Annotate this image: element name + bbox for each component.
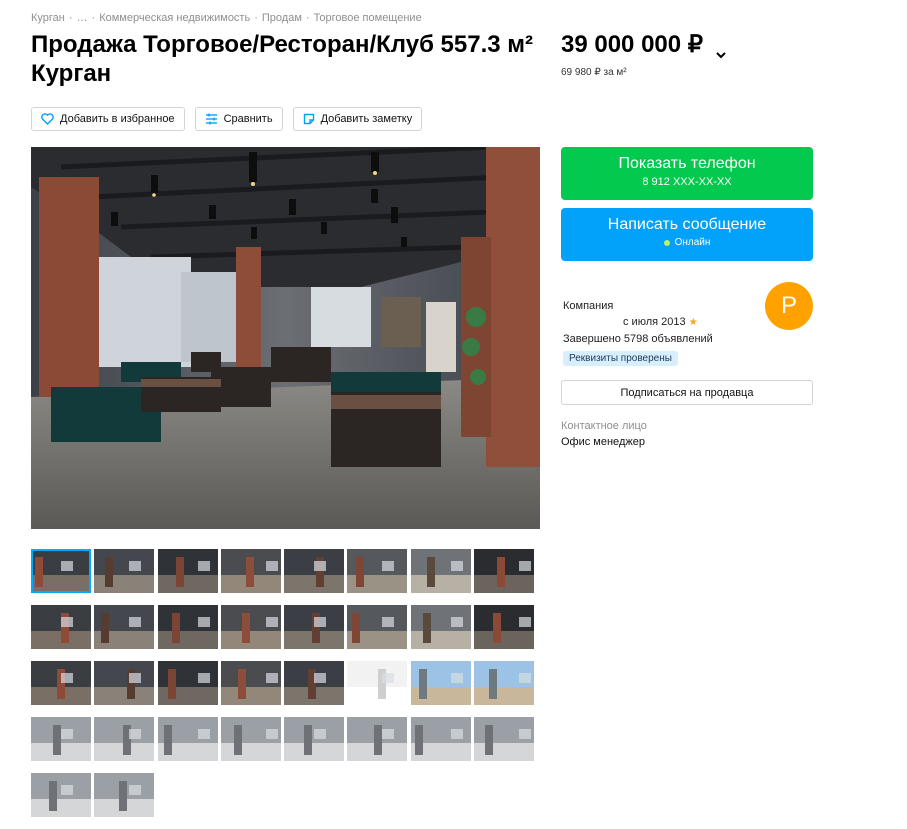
compare-button[interactable]: Сравнить — [194, 107, 283, 131]
send-message-label: Написать сообщение — [607, 216, 767, 233]
phone-masked: 8 912 XXX-XX-XX — [642, 176, 732, 188]
online-status: Онлайн — [561, 237, 813, 248]
add-note-label: Добавить заметку — [320, 113, 413, 125]
photo-thumbnail[interactable] — [284, 605, 345, 649]
online-status-label: Онлайн — [674, 237, 711, 248]
price-value: 39 000 000 ₽ — [561, 31, 704, 58]
add-to-favorites-label: Добавить в избранное — [60, 113, 175, 125]
photo-thumbnails — [31, 549, 540, 817]
photo-thumbnail[interactable] — [220, 661, 281, 705]
seller-type[interactable]: Компания — [563, 298, 713, 314]
seller-since-label: с июля 2013 — [623, 316, 686, 328]
restaurant-interior-photo — [31, 147, 540, 529]
contact-person-label: Контактное лицо — [561, 420, 647, 432]
seller-avatar[interactable]: Р — [765, 282, 813, 330]
verified-badge: Реквизиты проверены — [563, 351, 678, 366]
photo-thumbnail[interactable] — [474, 549, 535, 593]
seller-since: с июля 2013 ★ — [563, 314, 713, 331]
breadcrumb-separator: · — [254, 12, 258, 24]
compare-icon — [205, 113, 217, 125]
breadcrumb: Курган ·… · Коммерческая недвижимость · Прода… — [31, 12, 422, 24]
photo-thumbnail[interactable] — [410, 549, 471, 593]
photo-thumbnail[interactable] — [31, 549, 91, 593]
photo-thumbnail[interactable] — [94, 717, 155, 761]
breadcrumb-item-retail[interactable]: Торговое помещение — [314, 12, 422, 24]
photo-thumbnail[interactable] — [220, 549, 281, 593]
photo-thumbnail[interactable] — [410, 605, 471, 649]
photo-thumbnail[interactable] — [347, 661, 408, 705]
photo-thumbnail[interactable] — [157, 661, 218, 705]
add-note-button[interactable]: Добавить заметку — [292, 107, 423, 131]
photo-thumbnail[interactable] — [157, 605, 218, 649]
compare-label: Сравнить — [223, 113, 273, 125]
subscribe-seller-label: Подписаться на продавца — [620, 386, 754, 399]
send-message-button[interactable]: Написать сообщение Онлайн — [561, 208, 813, 261]
photo-thumbnail[interactable] — [347, 717, 408, 761]
breadcrumb-separator: · — [68, 12, 73, 24]
breadcrumb-item-ellipsis[interactable]: … — [77, 12, 88, 24]
seller-completed-ads[interactable]: Завершено 5798 объявлений — [563, 331, 713, 347]
photo-thumbnail[interactable] — [94, 773, 155, 817]
photo-thumbnail[interactable] — [94, 661, 155, 705]
breadcrumb-item-city[interactable]: Курган — [31, 12, 65, 24]
photo-thumbnail[interactable] — [284, 549, 345, 593]
listing-actions: Добавить в избранное Сравнить Добавить з… — [31, 107, 423, 131]
photo-thumbnail[interactable] — [220, 717, 281, 761]
price-per-m2: 69 980 ₽ за м² — [561, 67, 627, 78]
photo-thumbnail[interactable] — [220, 605, 281, 649]
note-icon — [303, 113, 314, 125]
main-photo[interactable] — [31, 147, 540, 529]
show-phone-button[interactable]: Показать телефон 8 912 XXX-XX-XX — [561, 147, 813, 200]
listing-title: Продажа Торговое/Ресторан/Клуб 557.3 м² … — [31, 31, 534, 87]
photo-thumbnail[interactable] — [31, 661, 91, 705]
photo-thumbnail[interactable] — [474, 605, 535, 649]
heart-icon — [41, 113, 54, 125]
photo-thumbnail[interactable] — [410, 717, 471, 761]
contact-person-name: Офис менеджер — [561, 436, 645, 448]
photo-thumbnail[interactable] — [347, 549, 408, 593]
photo-thumbnail[interactable] — [94, 549, 155, 593]
add-to-favorites-button[interactable]: Добавить в избранное — [31, 107, 185, 131]
seller-award-icon: ★ — [688, 317, 698, 328]
photo-thumbnail[interactable] — [474, 661, 535, 705]
seller-info: Компания с июля 2013 ★ Завершено 5798 об… — [563, 298, 713, 366]
photo-thumbnail[interactable] — [284, 717, 345, 761]
photo-thumbnail[interactable] — [157, 549, 218, 593]
subscribe-seller-button[interactable]: Подписаться на продавца — [561, 380, 813, 405]
online-dot-icon — [663, 239, 670, 246]
photo-thumbnail[interactable] — [94, 605, 155, 649]
photo-thumbnail[interactable] — [347, 605, 408, 649]
photo-thumbnail[interactable] — [31, 605, 91, 649]
price-display[interactable]: 39 000 000 ₽ — [561, 30, 727, 59]
photo-thumbnail[interactable] — [31, 717, 91, 761]
breadcrumb-item-sell[interactable]: Продам — [262, 12, 302, 24]
photo-thumbnail[interactable] — [410, 661, 471, 705]
photo-thumbnail[interactable] — [157, 717, 218, 761]
photo-thumbnail[interactable] — [284, 661, 345, 705]
show-phone-label: Показать телефон — [618, 155, 756, 172]
photo-thumbnail[interactable] — [474, 717, 535, 761]
chevron-down-icon[interactable] — [715, 39, 727, 58]
breadcrumb-separator: · — [91, 12, 96, 24]
breadcrumb-separator: · — [305, 12, 310, 24]
photo-thumbnail[interactable] — [31, 773, 91, 817]
breadcrumb-item-commercial[interactable]: Коммерческая недвижимость — [99, 12, 250, 24]
price-block: 39 000 000 ₽ 69 980 ₽ за м² — [561, 30, 727, 78]
